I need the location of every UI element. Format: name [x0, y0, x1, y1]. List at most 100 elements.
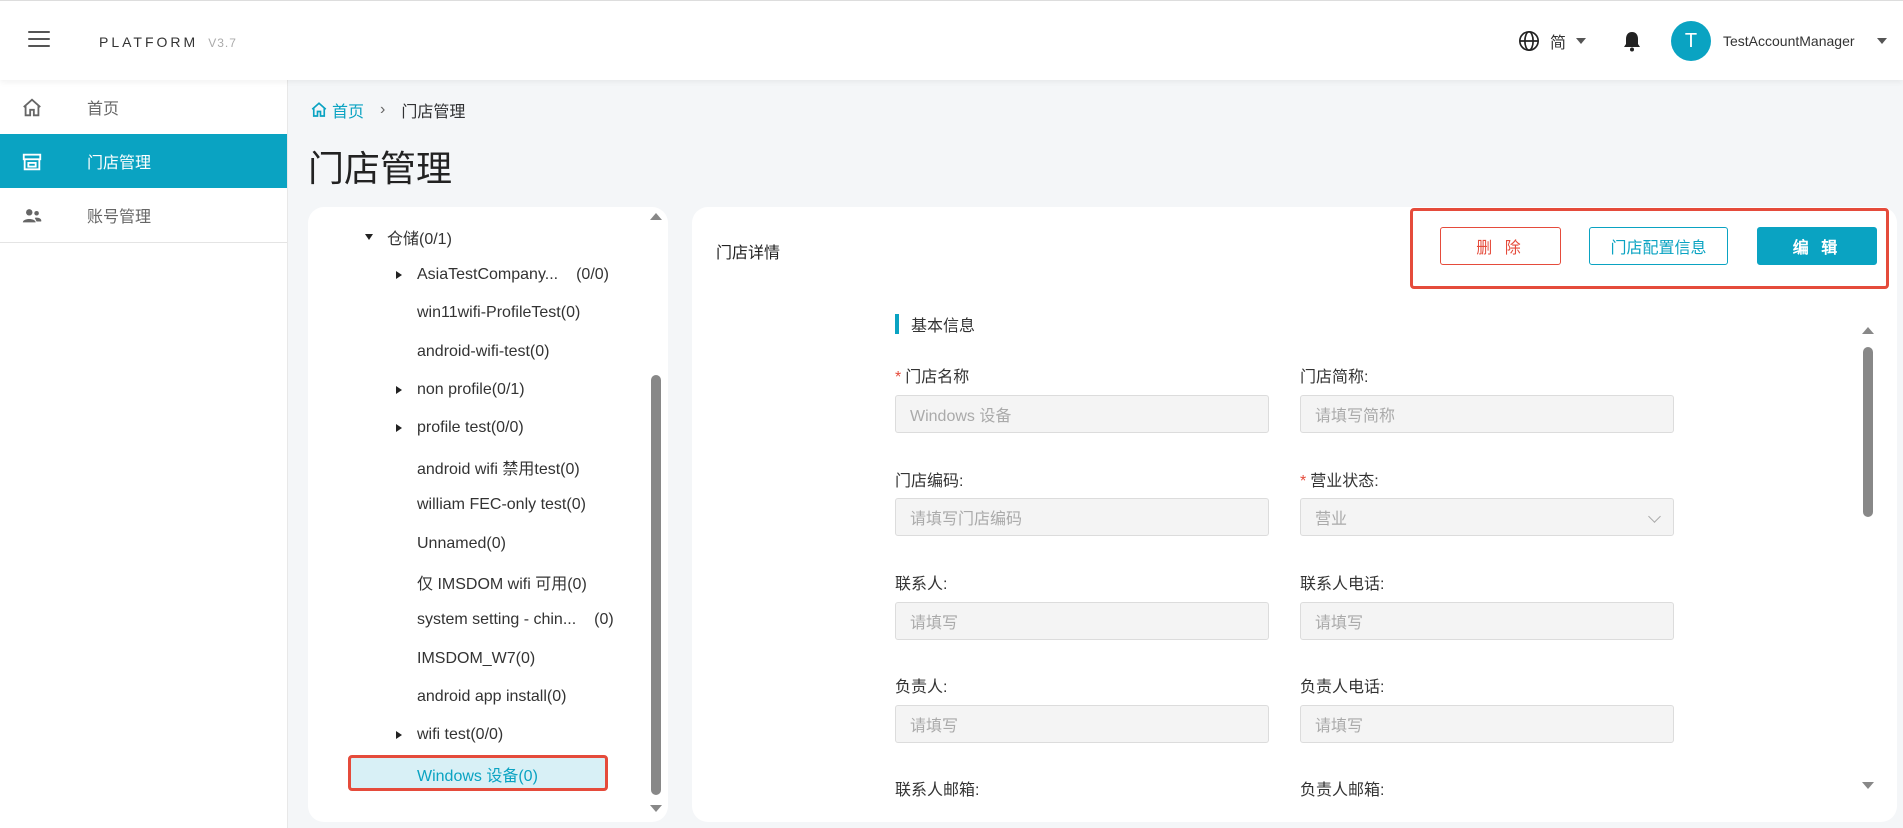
- breadcrumb-home-link[interactable]: 首页: [310, 98, 364, 122]
- store-detail-panel: 门店详情 删 除 门店配置信息 编 辑 基本信息 * 门店名称 Windows 设…: [692, 207, 1897, 822]
- tree-node[interactable]: non profile(0/1): [396, 375, 525, 405]
- required-asterisk: *: [895, 369, 902, 386]
- scroll-down-icon[interactable]: [1862, 782, 1874, 789]
- store-name-field[interactable]: Windows 设备: [895, 395, 1269, 433]
- tree-node-label: IMSDOM_W7(0): [417, 650, 536, 667]
- tree-node[interactable]: 仅 IMSDOM wifi 可用(0): [417, 567, 587, 597]
- chevron-right-icon: ›: [380, 101, 386, 118]
- contact-phone-field[interactable]: 请填写: [1300, 602, 1674, 640]
- brand-version: V3.7: [208, 36, 237, 50]
- scroll-down-icon[interactable]: [650, 805, 662, 812]
- select-value: 营业: [1315, 511, 1348, 528]
- tree-node[interactable]: system setting - chin... (0): [417, 605, 614, 635]
- detail-title: 门店详情: [716, 245, 781, 262]
- manager-email-label: 负责人邮箱:: [1300, 782, 1385, 799]
- home-icon: [311, 102, 327, 117]
- tree-node-label: profile test(0/0): [417, 419, 524, 436]
- tree-node[interactable]: william FEC-only test(0): [417, 490, 586, 520]
- tree-scrollbar[interactable]: [648, 207, 664, 822]
- scroll-up-icon[interactable]: [1862, 327, 1874, 334]
- tree-node[interactable]: android-wifi-test(0): [417, 337, 549, 367]
- tree-node-label: android app install(0): [417, 688, 567, 705]
- short-name-label: 门店简称:: [1300, 369, 1369, 386]
- contact-phone-label: 联系人电话:: [1300, 576, 1385, 593]
- store-code-field[interactable]: 请填写门店编码: [895, 498, 1269, 536]
- tree-node-label: 仓储(0/1): [387, 231, 452, 248]
- tree-node-label: win11wifi-ProfileTest(0): [417, 304, 581, 321]
- breadcrumb-home-label: 首页: [332, 104, 365, 121]
- tree-node-label: Windows 设备(0): [417, 768, 538, 785]
- tree-node-count: (0): [594, 611, 614, 628]
- tree-node-count: (0/0): [576, 266, 609, 283]
- chevron-down-icon: [1648, 510, 1661, 523]
- expand-right-icon[interactable]: [396, 424, 402, 432]
- manager-phone-field[interactable]: 请填写: [1300, 705, 1674, 743]
- sidebar-item-account-management[interactable]: 账号管理: [0, 188, 287, 242]
- expand-right-icon[interactable]: [396, 271, 402, 279]
- tree-node[interactable]: IMSDOM_W7(0): [417, 644, 535, 674]
- scrollbar-thumb[interactable]: [1863, 347, 1873, 517]
- section-header: 基本信息: [895, 314, 976, 335]
- sidebar-item-home[interactable]: 首页: [0, 80, 287, 134]
- tree-node[interactable]: 仓储(0/1): [365, 222, 452, 252]
- tree-node[interactable]: profile test(0/0): [396, 413, 524, 443]
- tree-node-label: wifi test(0/0): [417, 726, 504, 743]
- contact-field[interactable]: 请填写: [895, 602, 1269, 640]
- expand-right-icon[interactable]: [396, 731, 402, 739]
- tree-node-label: AsiaTestCompany...: [417, 266, 559, 283]
- tree-node-label: system setting - chin...: [417, 611, 577, 628]
- sidebar-divider: [0, 242, 287, 243]
- avatar: T: [1671, 21, 1711, 61]
- contact-email-label: 联系人邮箱:: [895, 782, 980, 799]
- tree-node-label: android wifi 禁用test(0): [417, 461, 580, 478]
- users-icon: [22, 209, 42, 223]
- tree-node[interactable]: win11wifi-ProfileTest(0): [417, 298, 580, 328]
- business-status-select[interactable]: 营业: [1300, 498, 1674, 536]
- notification-bell-icon[interactable]: [1622, 30, 1642, 57]
- chevron-down-icon: [1876, 38, 1887, 44]
- tree-node-selected[interactable]: Windows 设备(0): [417, 759, 538, 789]
- section-title: 基本信息: [911, 318, 976, 335]
- home-icon: [23, 98, 41, 117]
- tree-node[interactable]: android wifi 禁用test(0): [417, 452, 580, 482]
- sidebar-item-label: 门店管理: [87, 155, 152, 172]
- manager-field[interactable]: 请填写: [895, 705, 1269, 743]
- username: TestAccountManager: [1723, 33, 1855, 49]
- language-label: 简: [1550, 35, 1567, 52]
- label-text: 门店名称: [905, 369, 970, 386]
- sidebar: 首页 门店管理 账号管理: [0, 80, 288, 828]
- tree-node-label: william FEC-only test(0): [417, 496, 586, 513]
- store-config-button[interactable]: 门店配置信息: [1589, 227, 1728, 265]
- short-name-field[interactable]: 请填写简称: [1300, 395, 1674, 433]
- breadcrumb-current: 门店管理: [401, 104, 466, 121]
- section-marker: [895, 314, 899, 334]
- menu-toggle-icon[interactable]: [28, 31, 50, 49]
- top-header: PLATFORM V3.7 简 T TestAccountManager: [0, 0, 1903, 80]
- label-text: 营业状态:: [1310, 473, 1379, 490]
- tree-node-label: non profile(0/1): [417, 381, 525, 398]
- delete-button[interactable]: 删 除: [1440, 227, 1561, 265]
- sidebar-item-store-management[interactable]: 门店管理: [0, 134, 287, 188]
- detail-scrollbar[interactable]: [1860, 317, 1876, 789]
- sidebar-item-label: 账号管理: [87, 209, 152, 226]
- breadcrumb: 首页 › 门店管理: [310, 98, 465, 122]
- scroll-up-icon[interactable]: [650, 213, 662, 220]
- tree-node-label: 仅 IMSDOM wifi 可用(0): [417, 576, 587, 593]
- tree-node-label: android-wifi-test(0): [417, 343, 550, 360]
- expand-right-icon[interactable]: [396, 386, 402, 394]
- edit-button[interactable]: 编 辑: [1757, 227, 1877, 265]
- brand-name: PLATFORM: [99, 34, 199, 50]
- scrollbar-thumb[interactable]: [651, 375, 661, 795]
- language-selector[interactable]: 简: [1518, 29, 1587, 53]
- expand-down-icon[interactable]: [365, 234, 373, 240]
- store-icon: [22, 153, 42, 171]
- tree-node[interactable]: wifi test(0/0): [396, 720, 504, 750]
- tree-node[interactable]: android app install(0): [417, 682, 566, 712]
- tree-node[interactable]: Unnamed(0): [417, 529, 506, 559]
- page-title: 门店管理: [308, 148, 453, 189]
- tree-node-label: Unnamed(0): [417, 535, 506, 552]
- manager-label: 负责人:: [895, 679, 948, 696]
- manager-phone-label: 负责人电话:: [1300, 679, 1385, 696]
- user-menu[interactable]: T TestAccountManager: [1671, 21, 1887, 61]
- tree-node[interactable]: AsiaTestCompany... (0/0): [396, 260, 609, 290]
